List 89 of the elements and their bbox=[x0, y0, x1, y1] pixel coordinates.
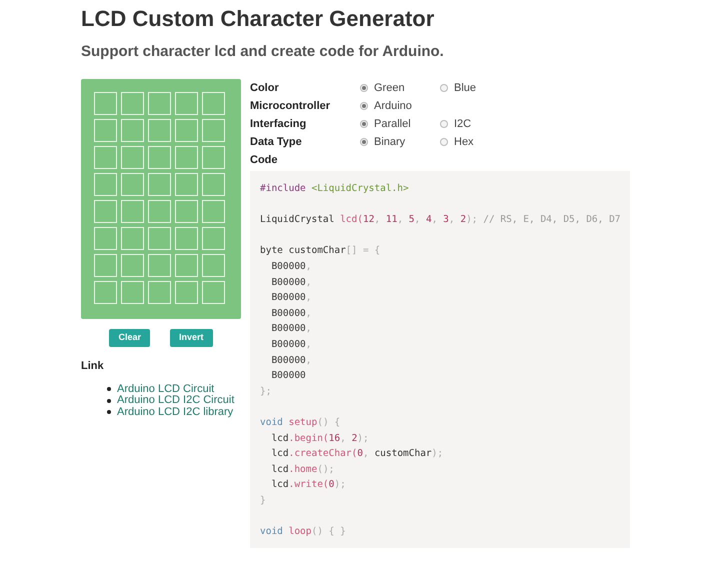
radio-button[interactable] bbox=[360, 120, 368, 128]
page-title: LCD Custom Character Generator bbox=[81, 5, 436, 33]
code-line: lcd.write(0); bbox=[270, 478, 347, 492]
bullet-icon bbox=[107, 387, 111, 392]
pixel-cell[interactable] bbox=[148, 227, 171, 250]
code-line: B00000, bbox=[270, 354, 312, 368]
code-line: B00000, bbox=[270, 338, 312, 352]
pixel-cell[interactable] bbox=[121, 200, 144, 223]
radio-label: Green bbox=[374, 80, 405, 96]
pixel-cell[interactable] bbox=[94, 146, 117, 169]
code-line: } bbox=[260, 494, 267, 508]
pixel-cell[interactable] bbox=[148, 200, 171, 223]
pixel-cell[interactable] bbox=[202, 281, 225, 304]
radio-label: Blue bbox=[454, 80, 476, 96]
pixel-cell[interactable] bbox=[121, 227, 144, 250]
pixel-cell[interactable] bbox=[175, 92, 198, 115]
pixel-cell[interactable] bbox=[148, 254, 171, 277]
pixel-cell[interactable] bbox=[175, 200, 198, 223]
pixel-cell[interactable] bbox=[148, 281, 171, 304]
pixel-cell[interactable] bbox=[94, 119, 117, 142]
code-line: B00000, bbox=[270, 276, 312, 290]
pixel-cell[interactable] bbox=[175, 227, 198, 250]
pixel-cell[interactable] bbox=[175, 146, 198, 169]
pixel-cell[interactable] bbox=[202, 119, 225, 142]
pixel-cell[interactable] bbox=[202, 146, 225, 169]
pixel-cell[interactable] bbox=[202, 227, 225, 250]
pixel-cell[interactable] bbox=[175, 281, 198, 304]
code-line: byte customChar[] = { bbox=[260, 244, 382, 258]
bullet-icon bbox=[107, 410, 111, 414]
option-label: Microcontroller bbox=[250, 98, 332, 114]
pixel-cell[interactable] bbox=[148, 173, 171, 196]
pixel-cell[interactable] bbox=[94, 200, 117, 223]
pixel-cell[interactable] bbox=[148, 119, 171, 142]
pixel-cell[interactable] bbox=[94, 254, 117, 277]
code-line: lcd.createChar(0, customChar); bbox=[270, 447, 444, 462]
code-line: B00000, bbox=[270, 306, 312, 321]
option-label: Data Type bbox=[250, 134, 303, 150]
pixel-cell[interactable] bbox=[121, 119, 144, 142]
page-subtitle: Support character lcd and create code for Arduino. bbox=[81, 42, 445, 62]
code-line: }; bbox=[260, 384, 272, 399]
bullet-icon bbox=[107, 398, 111, 403]
radio-button[interactable] bbox=[360, 84, 368, 92]
pixel-cell[interactable] bbox=[94, 92, 117, 115]
radio-label: Arduino bbox=[374, 98, 412, 114]
radio-label: Hex bbox=[454, 134, 474, 150]
code-line: B00000, bbox=[270, 291, 312, 306]
pixel-cell[interactable] bbox=[148, 146, 171, 169]
code-line: lcd.home(); bbox=[270, 462, 336, 477]
radio-button[interactable] bbox=[440, 84, 448, 92]
code-line: lcd.begin(16, 2); bbox=[270, 432, 370, 446]
code-line: void setup() { bbox=[260, 416, 342, 430]
pixel-cell[interactable] bbox=[121, 146, 144, 169]
radio-button[interactable] bbox=[440, 120, 448, 128]
pixel-cell[interactable] bbox=[202, 200, 225, 223]
pixel-cell[interactable] bbox=[175, 119, 198, 142]
link[interactable]: Arduino LCD I2C library bbox=[117, 406, 234, 418]
pixel-cell[interactable] bbox=[202, 254, 225, 277]
pixel-cell[interactable] bbox=[202, 92, 225, 115]
pixel-cell[interactable] bbox=[94, 281, 117, 304]
radio-label: I2C bbox=[454, 116, 472, 132]
radio-button[interactable] bbox=[360, 102, 368, 110]
code-line: void loop() { } bbox=[260, 525, 347, 540]
pixel-cell[interactable] bbox=[121, 254, 144, 277]
pixel-cell[interactable] bbox=[175, 173, 198, 196]
radio-label: Binary bbox=[374, 134, 406, 150]
pixel-cell[interactable] bbox=[148, 92, 171, 115]
code-line: B00000, bbox=[270, 322, 312, 336]
radio-button[interactable] bbox=[360, 138, 368, 146]
pixel-cell[interactable] bbox=[121, 92, 144, 115]
action-button[interactable]: Clear bbox=[109, 329, 150, 347]
pixel-cell[interactable] bbox=[94, 173, 117, 196]
pixel-cell[interactable] bbox=[94, 227, 117, 250]
pixel-cell[interactable] bbox=[202, 173, 225, 196]
links-heading: Link bbox=[81, 359, 105, 374]
code-line: B00000, bbox=[270, 260, 312, 274]
option-label: Interfacing bbox=[250, 116, 308, 132]
code-line: LiquidCrystal lcd(12, 11, 5, 4, 3, 2); // RS, E, D4, D5, D6, D7 bbox=[260, 213, 622, 228]
link[interactable]: Arduino LCD I2C Circuit bbox=[117, 395, 234, 406]
radio-label: Parallel bbox=[374, 116, 411, 132]
option-label: Color bbox=[250, 80, 280, 96]
pixel-cell[interactable] bbox=[121, 173, 144, 196]
pixel-cell[interactable] bbox=[121, 281, 144, 304]
code-line: B00000 bbox=[270, 369, 307, 384]
radio-button[interactable] bbox=[440, 138, 448, 146]
action-button[interactable]: Invert bbox=[170, 329, 213, 347]
pixel-cell[interactable] bbox=[175, 254, 198, 277]
link[interactable]: Arduino LCD Circuit bbox=[117, 384, 214, 395]
code-line: #include <LiquidCrystal.h> bbox=[260, 182, 410, 196]
code-label: Code bbox=[250, 153, 278, 168]
